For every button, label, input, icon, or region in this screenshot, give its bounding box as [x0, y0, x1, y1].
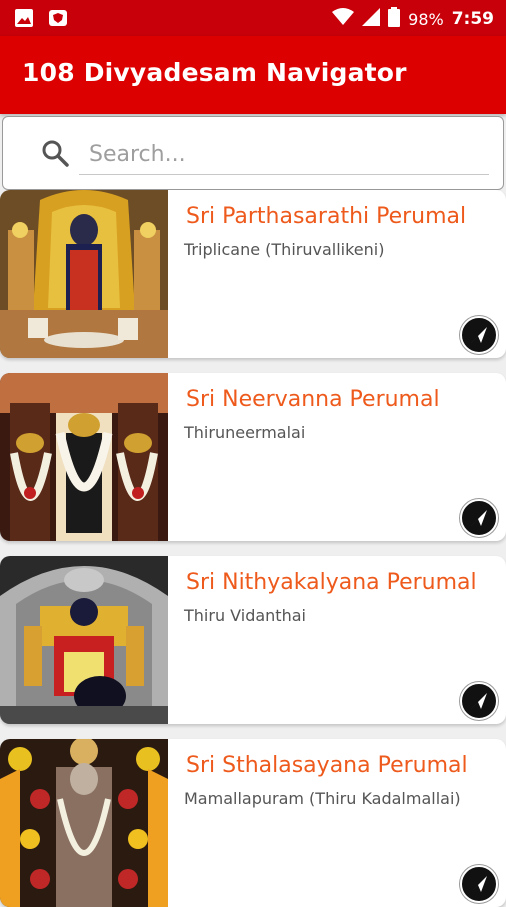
battery-icon	[388, 7, 401, 31]
navigate-button[interactable]	[460, 499, 498, 537]
search-bar	[2, 116, 504, 190]
temple-card[interactable]: Sri Parthasarathi Perumal Triplicane (Th…	[0, 190, 506, 358]
navigate-button[interactable]	[460, 682, 498, 720]
image-icon	[14, 8, 34, 32]
navigation-arrow-icon	[471, 876, 487, 892]
battery-percent: 98%	[408, 9, 444, 29]
wifi-icon	[332, 8, 355, 30]
clock: 7:59	[451, 9, 494, 29]
temple-image	[0, 556, 168, 724]
navigate-button[interactable]	[460, 316, 498, 354]
navigation-arrow-icon	[471, 510, 487, 526]
temple-name: Sri Parthasarathi Perumal	[186, 204, 467, 229]
shield-notification-icon	[48, 8, 68, 32]
temple-image	[0, 190, 168, 358]
navigate-button[interactable]	[460, 865, 498, 903]
status-bar: 98% 7:59	[0, 0, 506, 36]
temple-place: Triplicane (Thiruvallikeni)	[184, 240, 385, 259]
signal-icon	[362, 8, 381, 30]
temple-name: Sri Neervanna Perumal	[186, 387, 440, 412]
navigation-arrow-icon	[471, 693, 487, 709]
app-bar: 108 Divyadesam Navigator	[0, 36, 506, 114]
temple-card[interactable]: Sri Nithyakalyana Perumal Thiru Vidantha…	[0, 556, 506, 724]
temple-image	[0, 373, 168, 541]
temple-place: Thiru Vidanthai	[184, 606, 306, 625]
temple-image	[0, 739, 168, 907]
temple-card[interactable]: Sri Neervanna Perumal Thiruneermalai	[0, 373, 506, 541]
app-title: 108 Divyadesam Navigator	[22, 58, 407, 87]
temple-name: Sri Sthalasayana Perumal	[186, 753, 468, 778]
temple-card[interactable]: Sri Sthalasayana Perumal Mamallapuram (T…	[0, 739, 506, 907]
search-icon	[41, 139, 69, 171]
navigation-arrow-icon	[471, 327, 487, 343]
temple-place: Thiruneermalai	[184, 423, 306, 442]
search-input[interactable]	[79, 135, 489, 175]
temple-name: Sri Nithyakalyana Perumal	[186, 570, 477, 595]
temple-place: Mamallapuram (Thiru Kadalmallai)	[184, 789, 461, 808]
